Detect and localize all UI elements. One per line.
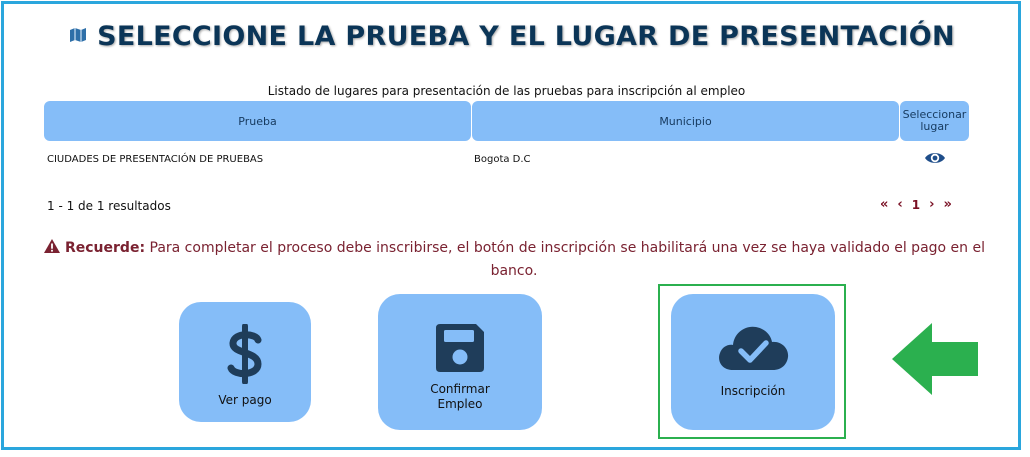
last-page-button[interactable]: »	[943, 197, 951, 212]
next-page-button[interactable]: ›	[929, 197, 934, 212]
confirmar-empleo-label: Confirmar Empleo	[378, 382, 542, 412]
inscripcion-button[interactable]: Inscripción	[671, 294, 835, 430]
inscripcion-label: Inscripción	[720, 384, 786, 398]
warning-icon	[43, 238, 61, 261]
dollar-icon	[225, 323, 265, 388]
floppy-disk-icon	[432, 320, 488, 380]
page-title-text: SELECCIONE LA PRUEBA Y EL LUGAR DE PRESE…	[97, 21, 955, 52]
eye-icon[interactable]	[924, 150, 946, 170]
cell-prueba: CIUDADES DE PRESENTACIÓN DE PRUEBAS	[47, 154, 264, 165]
notice-label: Recuerde:	[64, 240, 146, 256]
page-title: SELECCIONE LA PRUEBA Y EL LUGAR DE PRESE…	[0, 21, 1024, 53]
column-header-municipio[interactable]: Municipio	[472, 101, 899, 141]
ver-pago-button[interactable]: Ver pago	[179, 302, 311, 422]
confirmar-empleo-button[interactable]: Confirmar Empleo	[378, 294, 542, 430]
ver-pago-label: Ver pago	[218, 393, 272, 407]
cell-municipio: Bogota D.C	[474, 154, 531, 165]
results-summary: 1 - 1 de 1 resultados	[47, 199, 171, 213]
first-page-button[interactable]: «	[880, 197, 888, 212]
arrow-left-icon	[892, 322, 980, 400]
column-header-seleccionar-lugar: Seleccionar lugar	[900, 101, 969, 141]
cloud-check-icon	[715, 322, 791, 376]
notice-text: Para completar el proceso debe inscribir…	[149, 240, 986, 279]
table-caption: Listado de lugares para presentación de …	[267, 84, 746, 98]
current-page[interactable]: 1	[912, 198, 920, 212]
prev-page-button[interactable]: ‹	[897, 197, 902, 212]
map-icon	[69, 20, 87, 51]
notice-message: Recuerde: Para completar el proceso debe…	[24, 238, 1004, 282]
confirmar-label-line1: Confirmar	[430, 382, 490, 396]
column-header-prueba[interactable]: Prueba	[44, 101, 471, 141]
confirmar-label-line2: Empleo	[437, 397, 483, 411]
pagination: « ‹ 1 › »	[880, 197, 952, 212]
